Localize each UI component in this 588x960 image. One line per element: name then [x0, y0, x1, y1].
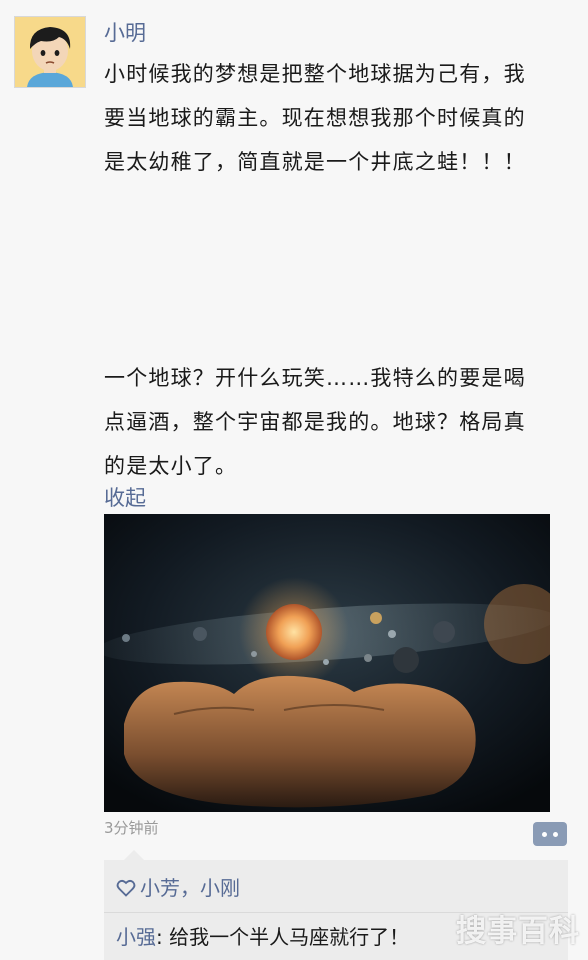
planet-in-hand-photo-icon [104, 514, 550, 812]
post-text-paragraph-1: 小时候我的梦想是把整个地球据为己有，我 要当地球的霸主。现在想想我那个时候真的 … [104, 62, 526, 174]
avatar[interactable] [14, 16, 86, 88]
watermark-logo: 搜事百科 [456, 914, 580, 949]
post-image[interactable] [104, 514, 550, 812]
comment-separator: : [156, 925, 170, 949]
likes-names[interactable]: 小芳，小刚 [140, 874, 240, 902]
avatar-boy-icon [15, 17, 85, 87]
dot-icon [553, 831, 558, 837]
more-actions-button[interactable] [533, 822, 567, 846]
comment-author[interactable]: 小强 [116, 925, 156, 949]
post-text-paragraph-2: 一个地球？开什么玩笑……我特么的要是喝 点逼酒，整个宇宙都是我的。地球？格局真 … [104, 366, 526, 478]
likes-row: 小芳，小刚 [116, 874, 240, 902]
comment-text: 给我一个半人马座就行了！ [169, 925, 410, 949]
dot-icon [542, 831, 547, 837]
comment-item[interactable]: 小强: 给我一个半人马座就行了！ [116, 923, 409, 951]
collapse-link[interactable]: 收起 [104, 483, 146, 513]
post-timestamp: 3分钟前 [104, 819, 159, 837]
post-username[interactable]: 小明 [104, 18, 146, 48]
heart-icon [116, 880, 136, 897]
